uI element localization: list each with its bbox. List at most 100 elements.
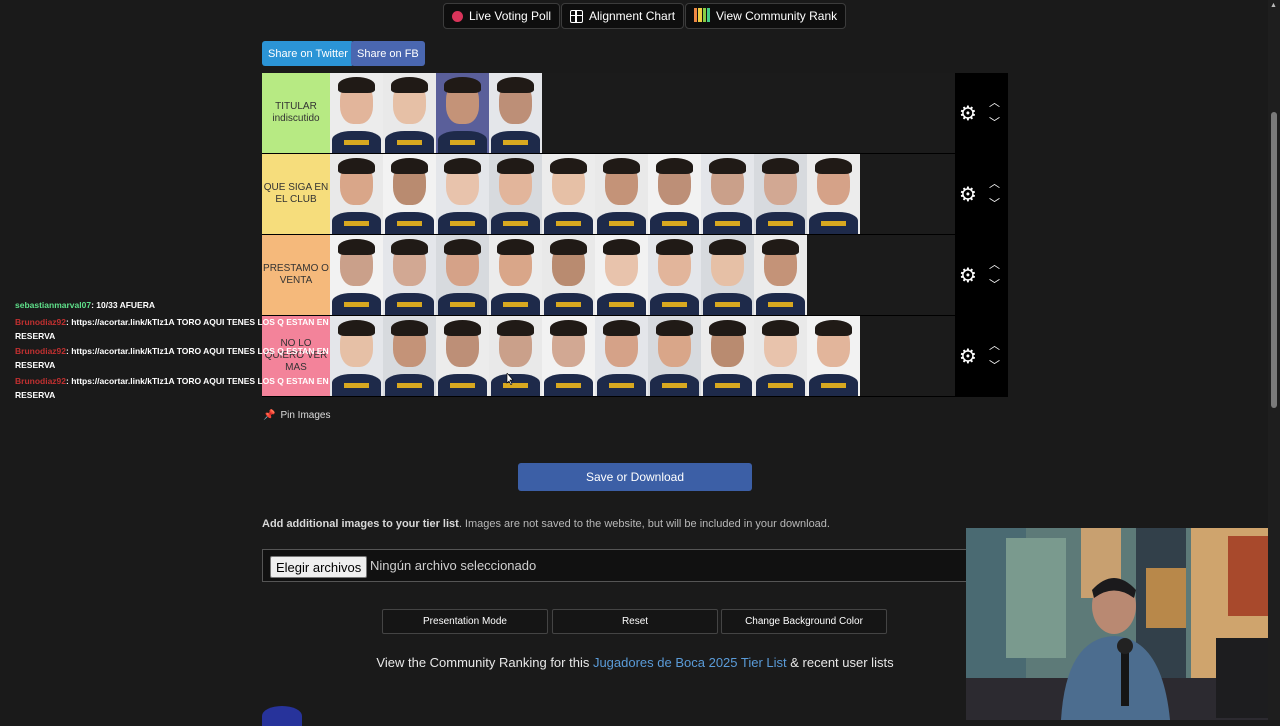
add-images-rest: . Images are not saved to the website, b… [458, 518, 830, 530]
chevron-up-icon[interactable]: ︿ [989, 98, 1000, 109]
reset-button[interactable]: Reset [552, 609, 718, 634]
player-image[interactable] [330, 73, 383, 153]
chat-username: Brunodiaz92 [15, 376, 67, 386]
player-image[interactable] [489, 316, 542, 396]
player-image[interactable] [330, 154, 383, 234]
player-image[interactable] [754, 316, 807, 396]
player-image[interactable] [383, 73, 436, 153]
player-image[interactable] [701, 235, 754, 315]
gear-icon[interactable]: ⚙ [959, 104, 977, 124]
player-image[interactable] [542, 235, 595, 315]
player-image[interactable] [807, 154, 860, 234]
player-image[interactable] [595, 154, 648, 234]
chevron-up-icon[interactable]: ︿ [989, 260, 1000, 271]
chat-text-cont: RESERVA [15, 331, 56, 341]
player-image[interactable] [489, 235, 542, 315]
file-status-text: Ningún archivo seleccionado [370, 558, 537, 573]
share-fb-button[interactable]: Share on FB [351, 41, 425, 66]
player-image[interactable] [754, 154, 807, 234]
player-image[interactable] [754, 235, 807, 315]
chat-username: sebastianmarval07 [15, 300, 92, 310]
chat-message: Brunodiaz92: https://acortar.link/kTIz1A… [15, 315, 329, 343]
player-image[interactable] [595, 316, 648, 396]
chat-message: Brunodiaz92: https://acortar.link/kTIz1A… [15, 374, 329, 402]
player-image[interactable] [436, 235, 489, 315]
mouse-cursor-icon [506, 373, 514, 385]
player-image[interactable] [701, 316, 754, 396]
gear-icon[interactable]: ⚙ [959, 347, 977, 367]
tier-controls: ⚙ ︿ ﹀ [955, 235, 1008, 315]
view-community-rank-button[interactable]: View Community Rank [685, 3, 847, 29]
chat-username: Brunodiaz92 [15, 317, 67, 327]
player-image[interactable] [383, 235, 436, 315]
community-tier-list-link[interactable]: Jugadores de Boca 2025 Tier List [593, 655, 787, 670]
player-image[interactable] [595, 235, 648, 315]
tier-controls: ⚙ ︿ ﹀ [955, 154, 1008, 234]
player-image[interactable] [436, 73, 489, 153]
player-image[interactable] [330, 235, 383, 315]
tier-items [330, 73, 542, 153]
tier-label[interactable]: PRESTAMO O VENTA [262, 235, 330, 315]
presentation-mode-button[interactable]: Presentation Mode [382, 609, 548, 634]
tier-controls: ⚙ ︿ ﹀ [955, 73, 1008, 153]
chevron-down-icon[interactable]: ﹀ [989, 199, 1000, 210]
player-image[interactable] [807, 316, 860, 396]
player-image[interactable] [648, 154, 701, 234]
tier-controls: ⚙ ︿ ﹀ [955, 316, 1008, 396]
player-image[interactable] [383, 154, 436, 234]
grid-icon [570, 9, 583, 23]
chat-text: : https://acortar.link/kTIz1A TORO AQUI … [66, 376, 329, 386]
scrollbar-thumb[interactable] [1271, 112, 1277, 408]
tier-label[interactable]: TITULAR indiscutido [262, 73, 330, 153]
change-background-color-button[interactable]: Change Background Color [721, 609, 887, 634]
choose-files-button[interactable]: Elegir archivos [270, 556, 368, 578]
tier-items [330, 154, 860, 234]
share-twitter-button[interactable]: Share on Twitter [262, 41, 354, 66]
player-image[interactable] [542, 154, 595, 234]
chat-text: : 10/33 AFUERA [91, 300, 156, 310]
player-image[interactable] [436, 154, 489, 234]
chat-username: Brunodiaz92 [15, 346, 67, 356]
save-download-button[interactable]: Save or Download [518, 463, 752, 491]
file-upload-field[interactable]: Elegir archivos Ningún archivo seleccion… [262, 549, 982, 582]
tier-row: NO LO QUIERO VER MAS ⚙ ︿ ﹀ [262, 316, 1008, 397]
alignment-chart-button[interactable]: Alignment Chart [561, 3, 685, 29]
scroll-up-arrow-icon[interactable]: ▲ [1270, 2, 1277, 9]
player-image[interactable] [489, 154, 542, 234]
chevron-up-icon[interactable]: ︿ [989, 179, 1000, 190]
player-image[interactable] [648, 235, 701, 315]
tier-items [330, 235, 807, 315]
community-prefix: View the Community Ranking for this [376, 655, 593, 670]
chevron-down-icon[interactable]: ﹀ [989, 118, 1000, 129]
player-image[interactable] [648, 316, 701, 396]
player-image[interactable] [489, 73, 542, 153]
add-images-description: Add additional images to your tier list.… [262, 518, 830, 530]
webcam-overlay [966, 528, 1280, 720]
mosaic-icon [694, 8, 710, 24]
site-logo [262, 706, 302, 726]
player-image[interactable] [542, 316, 595, 396]
chat-text: : https://acortar.link/kTIz1A TORO AQUI … [66, 346, 329, 356]
tier-label[interactable]: QUE SIGA EN EL CLUB [262, 154, 330, 234]
tier-row: TITULAR indiscutido ⚙ ︿ ﹀ [262, 73, 1008, 154]
chevron-up-icon[interactable]: ︿ [989, 341, 1000, 352]
player-image[interactable] [436, 316, 489, 396]
pin-icon: 📌 [263, 410, 276, 421]
player-image[interactable] [383, 316, 436, 396]
gear-icon[interactable]: ⚙ [959, 266, 977, 286]
chat-text-cont: RESERVA [15, 360, 56, 370]
chevron-down-icon[interactable]: ﹀ [989, 280, 1000, 291]
live-voting-label: Live Voting Poll [469, 9, 552, 23]
player-image[interactable] [330, 316, 383, 396]
live-voting-poll-button[interactable]: Live Voting Poll [443, 3, 561, 29]
page-scrollbar[interactable]: ▲ [1268, 0, 1280, 720]
gear-icon[interactable]: ⚙ [959, 185, 977, 205]
pin-images-toggle[interactable]: 📌 Pin Images [263, 410, 330, 421]
community-rank-label: View Community Rank [716, 9, 838, 23]
red-dot-icon [452, 10, 463, 22]
chevron-down-icon[interactable]: ﹀ [989, 361, 1000, 372]
community-suffix: & recent user lists [786, 655, 894, 670]
chat-text-cont: RESERVA [15, 390, 56, 400]
tier-items [330, 316, 860, 396]
player-image[interactable] [701, 154, 754, 234]
